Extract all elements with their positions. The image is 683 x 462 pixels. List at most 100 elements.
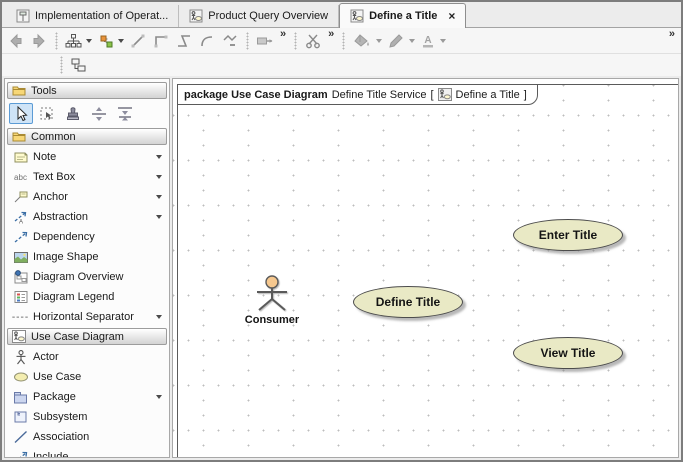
- layout-tree-button[interactable]: [64, 31, 93, 51]
- tab-label: Product Query Overview: [208, 10, 328, 22]
- toolbar-separator: [341, 32, 346, 50]
- selection-tool-button[interactable]: [9, 103, 33, 124]
- tab-product-query-overview[interactable]: Product Query Overview: [179, 5, 339, 27]
- cursor-icon: [14, 106, 28, 122]
- toolbar-overflow-icon[interactable]: »: [326, 28, 336, 40]
- palette-item-note[interactable]: Note: [7, 147, 167, 167]
- association-icon: [13, 430, 29, 444]
- palette-item-label: Subsystem: [33, 411, 87, 423]
- marquee-zoom-tool-button[interactable]: [35, 103, 59, 124]
- chevron-down-icon[interactable]: [156, 215, 162, 219]
- palette-item-diagram-overview[interactable]: Diagram Overview: [7, 267, 167, 287]
- font-color-button[interactable]: A: [419, 31, 447, 51]
- palette-item-image-shape[interactable]: Image Shape: [7, 247, 167, 267]
- tree-layout-icon: [65, 33, 82, 49]
- close-tab-icon[interactable]: ×: [448, 9, 455, 23]
- rectilinear-path-button[interactable]: [151, 31, 171, 51]
- anchor-icon: [13, 190, 29, 204]
- containment-button[interactable]: [69, 55, 89, 75]
- palette-item-actor[interactable]: Actor: [7, 347, 167, 367]
- vertical-separator-tool-button[interactable]: [87, 103, 111, 124]
- diagram-canvas[interactable]: package Use Case Diagram Define Title Se…: [172, 78, 679, 458]
- palette-item-diagram-legend[interactable]: Diagram Legend: [7, 287, 167, 307]
- palette-item-label: Diagram Legend: [33, 291, 114, 303]
- secondary-toolbar: [2, 54, 681, 76]
- chevron-down-icon[interactable]: [376, 39, 382, 43]
- palette-section-common[interactable]: Common: [7, 128, 167, 145]
- palette-item-package[interactable]: Package: [7, 387, 167, 407]
- chevron-down-icon[interactable]: [409, 39, 415, 43]
- bent-path-button[interactable]: [174, 31, 194, 51]
- section-title: Tools: [31, 85, 57, 97]
- palette-item-label: Image Shape: [33, 251, 98, 263]
- chevron-down-icon[interactable]: [440, 39, 446, 43]
- use-case-icon: [13, 371, 29, 383]
- note-icon: [13, 151, 29, 164]
- palette-item-use-case[interactable]: Use Case: [7, 367, 167, 387]
- tab-label: Define a Title: [369, 10, 437, 22]
- actor-consumer[interactable]: Consumer: [244, 275, 300, 326]
- containment-hierarchy-icon: [70, 57, 88, 73]
- curved-path-button[interactable]: [197, 31, 217, 51]
- cut-button[interactable]: [303, 31, 323, 51]
- back-button[interactable]: [6, 31, 26, 51]
- frame-kind: package Use Case Diagram: [184, 89, 328, 101]
- palette-item-text-box[interactable]: abc Text Box: [7, 167, 167, 187]
- palette-section-use-case-diagram[interactable]: Use Case Diagram: [7, 328, 167, 345]
- insert-shape-icon: [256, 33, 274, 49]
- insert-shape-button[interactable]: [255, 31, 275, 51]
- horizontal-separator-tool-button[interactable]: [113, 103, 137, 124]
- chevron-down-icon[interactable]: [156, 395, 162, 399]
- forward-button[interactable]: [29, 31, 49, 51]
- use-case-label: Define Title: [376, 295, 440, 309]
- palette-item-include[interactable]: Include: [7, 447, 167, 458]
- palette-item-subsystem[interactable]: Subsystem: [7, 407, 167, 427]
- oblique-path-icon: [130, 33, 146, 49]
- diagram-tab-bar: Implementation of Operat... Product Quer…: [2, 2, 681, 28]
- use-case-enter-title[interactable]: Enter Title: [513, 219, 623, 251]
- tab-implementation-of-operations[interactable]: Implementation of Operat...: [6, 5, 179, 27]
- tab-define-a-title[interactable]: Define a Title ×: [339, 3, 466, 28]
- chevron-down-icon[interactable]: [156, 315, 162, 319]
- use-case-label: View Title: [541, 346, 596, 360]
- actor-label: Consumer: [245, 314, 299, 326]
- chevron-down-icon[interactable]: [156, 175, 162, 179]
- palette-item-anchor[interactable]: Anchor: [7, 187, 167, 207]
- line-color-button[interactable]: [386, 31, 416, 51]
- palette-item-dependency[interactable]: Dependency: [7, 227, 167, 247]
- quick-layout-button[interactable]: [96, 31, 125, 51]
- toolbar-overflow-icon[interactable]: »: [278, 28, 288, 40]
- palette-item-abstraction[interactable]: A Abstraction: [7, 207, 167, 227]
- sticky-tool-button[interactable]: [61, 103, 85, 124]
- palette-item-association[interactable]: Association: [7, 427, 167, 447]
- oblique-path-button[interactable]: [128, 31, 148, 51]
- frame-bracket-close: ]: [524, 89, 527, 101]
- use-case-view-title[interactable]: View Title: [513, 337, 623, 369]
- cut-scissors-icon: [305, 33, 322, 49]
- use-case-diagram-icon: [350, 9, 364, 23]
- svg-text:A: A: [425, 35, 432, 46]
- toolbar-drag-handle[interactable]: [59, 56, 64, 74]
- palette-item-label: Diagram Overview: [33, 271, 123, 283]
- palette-item-label: Association: [33, 431, 89, 443]
- toolbar-overflow-icon[interactable]: »: [667, 28, 677, 40]
- diagram-overview-icon: [13, 270, 29, 284]
- package-frame-header[interactable]: package Use Case Diagram Define Title Se…: [177, 84, 538, 105]
- chevron-down-icon[interactable]: [156, 155, 162, 159]
- subsystem-icon: [13, 410, 28, 424]
- chevron-down-icon[interactable]: [86, 39, 92, 43]
- toolbar-separator: [245, 32, 250, 50]
- quick-layout-icon: [97, 33, 114, 49]
- application-window: Implementation of Operat... Product Quer…: [0, 0, 683, 462]
- palette-item-horizontal-separator[interactable]: ---- Horizontal Separator: [7, 307, 167, 327]
- palette-section-tools[interactable]: Tools: [7, 82, 167, 99]
- interaction-diagram-icon: [16, 9, 30, 23]
- zigzag-path-button[interactable]: [220, 31, 240, 51]
- chevron-down-icon[interactable]: [118, 39, 124, 43]
- collapse-arrows-icon: [116, 106, 134, 122]
- fill-color-button[interactable]: [351, 31, 383, 51]
- use-case-define-title[interactable]: Define Title: [353, 286, 463, 318]
- include-icon: [13, 450, 29, 458]
- palette-item-label: Note: [33, 151, 56, 163]
- chevron-down-icon[interactable]: [156, 195, 162, 199]
